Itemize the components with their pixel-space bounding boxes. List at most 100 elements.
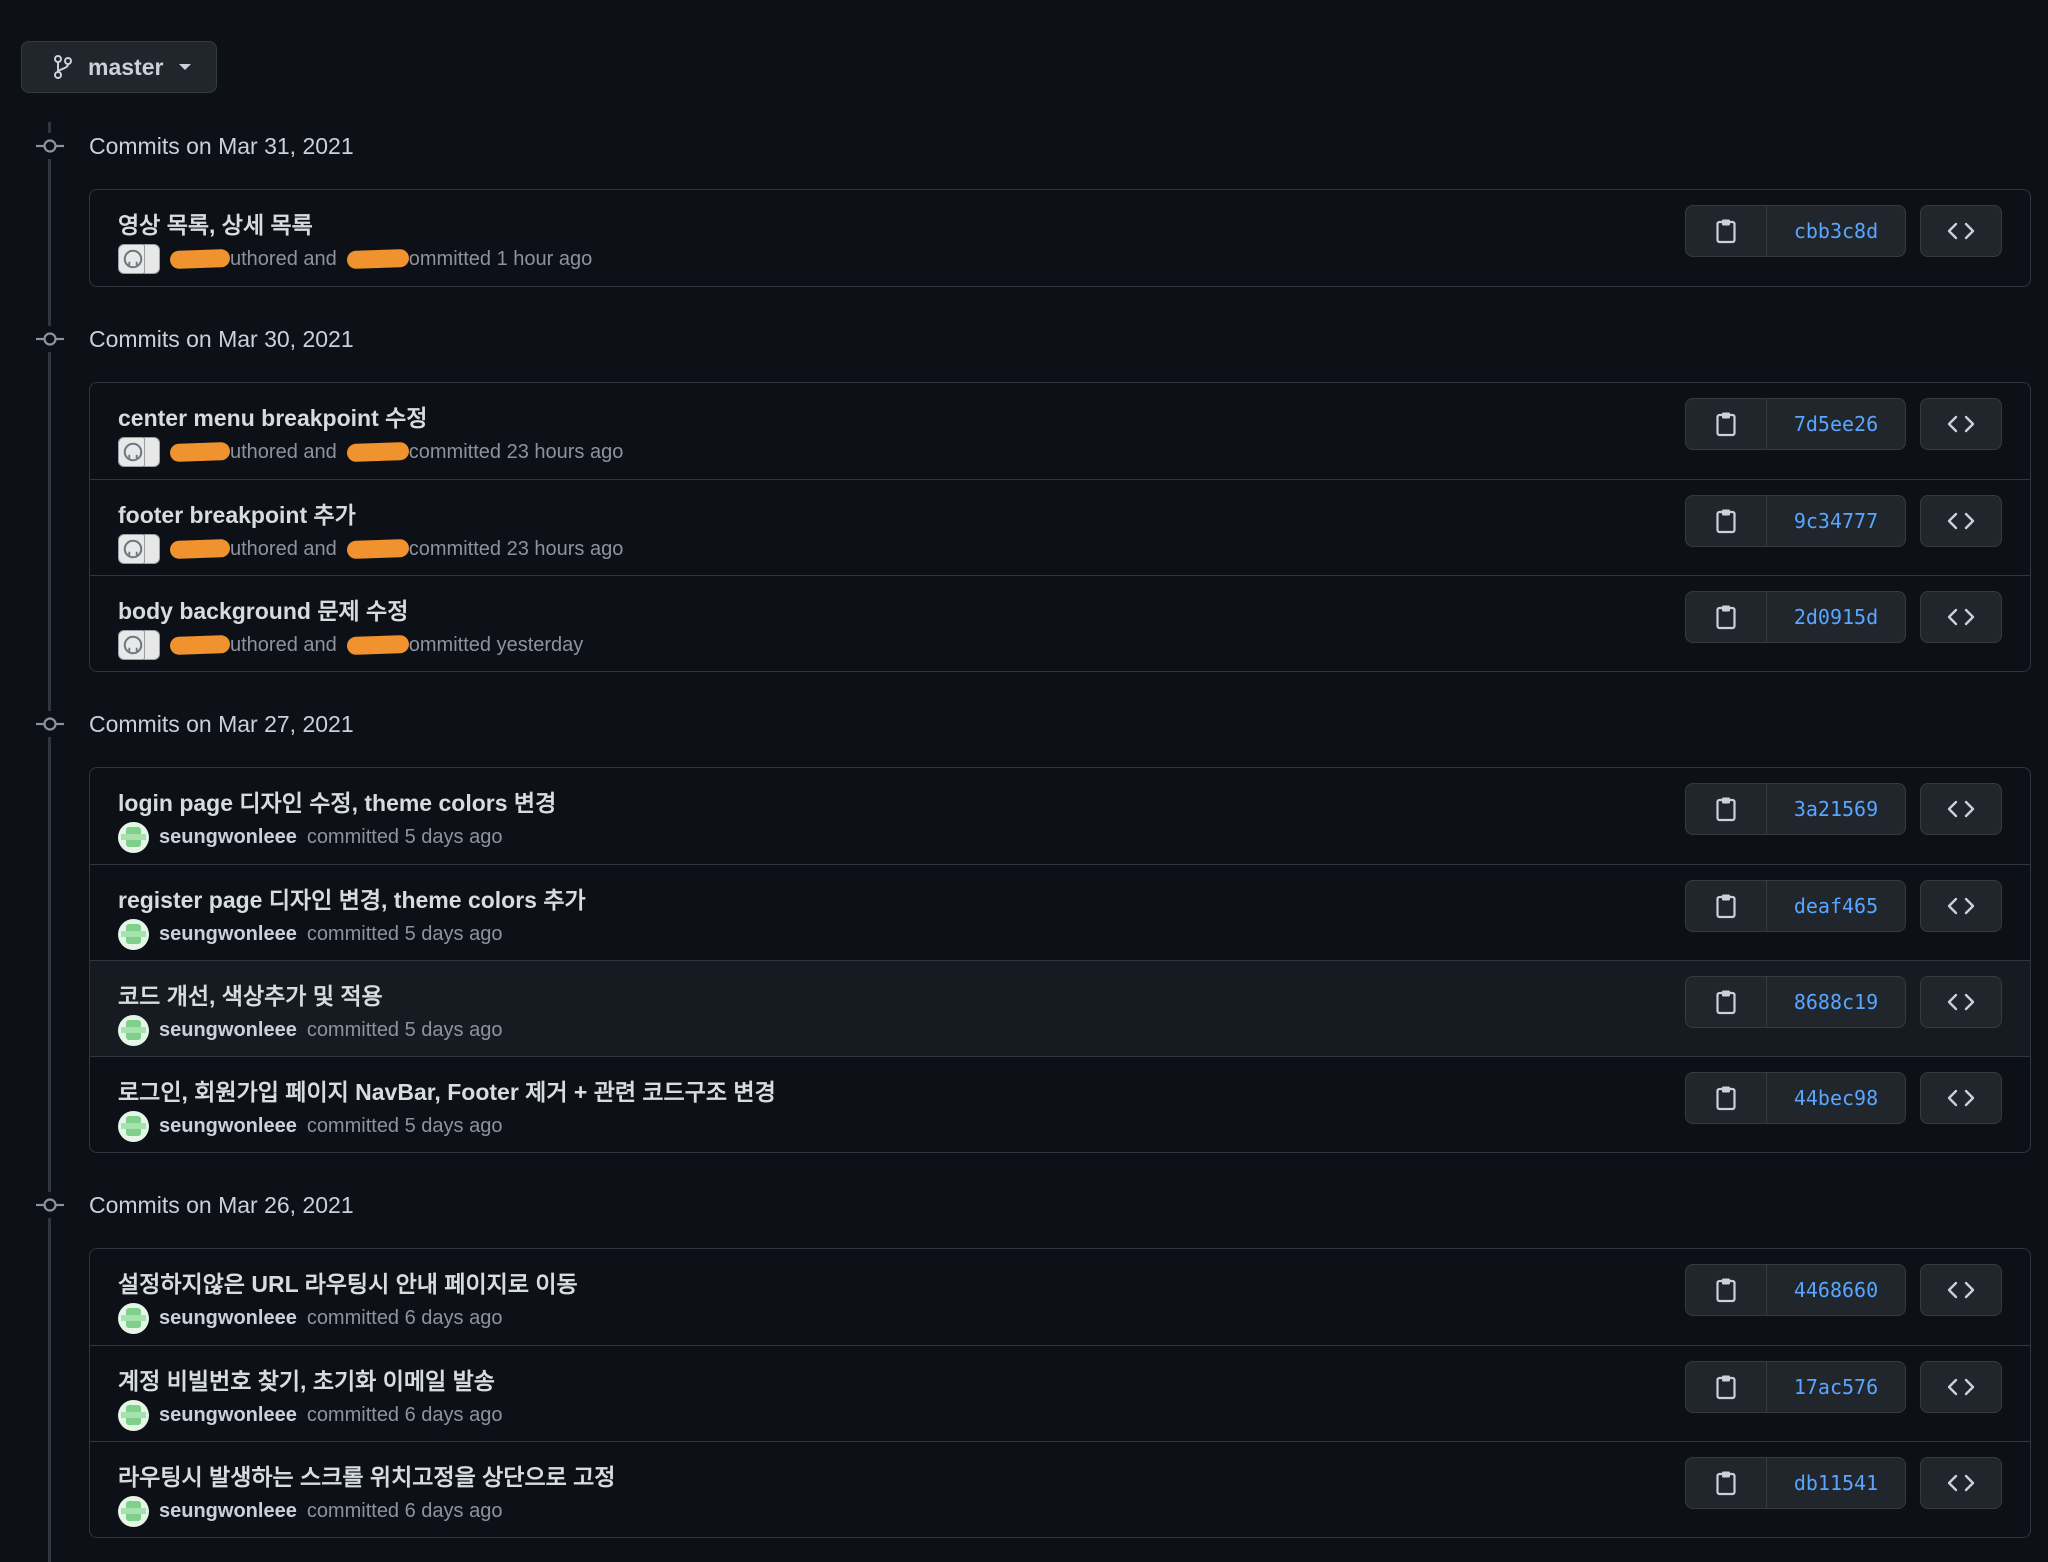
commit-author-link[interactable]: seungwonleee — [159, 923, 297, 946]
commit-message-link[interactable]: 로그인, 회원가입 페이지 NavBar, Footer 제거 + 관련 코드구… — [118, 1073, 776, 1107]
commit-author-link[interactable]: seungwonleee — [159, 826, 297, 849]
browse-repo-button[interactable] — [1920, 495, 2002, 547]
browse-repo-button[interactable] — [1920, 880, 2002, 932]
authored-text: uthored and — [230, 247, 337, 270]
branch-select-button[interactable]: master — [21, 41, 217, 93]
commit-group-date: Commits on Mar 26, 2021 — [89, 1191, 354, 1218]
authored-text: uthored and — [230, 440, 337, 463]
commit-meta: uthored and committed 23 hours ago — [118, 532, 623, 566]
commit-message-link[interactable]: center menu breakpoint 수정 — [118, 399, 427, 433]
avatar-stack[interactable] — [118, 630, 160, 660]
commit-sha-link[interactable]: cbb3c8d — [1767, 206, 1905, 256]
commit-time: committed 5 days ago — [306, 1018, 503, 1041]
browse-repo-button[interactable] — [1920, 1457, 2002, 1509]
avatar[interactable] — [118, 918, 149, 950]
sha-button-group: 4468660 — [1685, 1264, 1906, 1316]
github-avatar-icon — [122, 634, 144, 656]
commit-row: 코드 개선, 색상추가 및 적용 seungwonleee committed 5 … — [90, 960, 2030, 1056]
avatar-stack[interactable] — [118, 534, 160, 564]
clipboard-icon — [1714, 218, 1738, 244]
commit-message-link[interactable]: body background 문제 수정 — [118, 592, 408, 626]
authored-text: uthored and — [230, 633, 337, 656]
commit-author-link[interactable]: seungwonleee — [159, 1500, 297, 1523]
commit-sha-link[interactable]: 17ac576 — [1767, 1362, 1905, 1412]
commit-actions: 17ac576 — [1685, 1361, 2002, 1413]
commit-author-link[interactable]: seungwonleee — [159, 1404, 297, 1427]
browse-repo-button[interactable] — [1920, 1361, 2002, 1413]
avatar-stack[interactable] — [118, 437, 160, 467]
commit-message-link[interactable]: 설정하지않은 URL 라우팅시 안내 페이지로 이동 — [118, 1265, 578, 1299]
avatar[interactable] — [118, 821, 149, 853]
browse-repo-button[interactable] — [1920, 1264, 2002, 1316]
commit-actions: 3a21569 — [1685, 783, 2002, 835]
copy-sha-button[interactable] — [1686, 1073, 1767, 1123]
commit-group-header: Commits on Mar 30, 2021 — [0, 315, 2048, 363]
commit-message-link[interactable]: footer breakpoint 추가 — [118, 496, 356, 530]
redacted-author — [169, 538, 231, 560]
avatar[interactable] — [118, 1110, 149, 1142]
commit-sha-link[interactable]: 3a21569 — [1767, 784, 1905, 834]
commit-sha-link[interactable]: 7d5ee26 — [1767, 399, 1905, 449]
commit-sha-link[interactable]: deaf465 — [1767, 881, 1905, 931]
copy-sha-button[interactable] — [1686, 1265, 1767, 1315]
commit-author-link[interactable]: seungwonleee — [159, 1307, 297, 1330]
redacted-committer — [346, 538, 410, 560]
commit-sha-link[interactable]: 4468660 — [1767, 1265, 1905, 1315]
clipboard-icon — [1714, 411, 1738, 437]
copy-sha-button[interactable] — [1686, 784, 1767, 834]
avatar[interactable] — [118, 1399, 149, 1431]
commit-meta: seungwonleee committed 6 days ago — [118, 1301, 502, 1335]
browse-repo-button[interactable] — [1920, 783, 2002, 835]
avatar[interactable] — [118, 1302, 149, 1334]
copy-sha-button[interactable] — [1686, 399, 1767, 449]
committed-text: committed 23 hours ago — [408, 537, 624, 560]
commit-author-link[interactable]: seungwonleee — [159, 1115, 297, 1138]
copy-sha-button[interactable] — [1686, 1458, 1767, 1508]
sha-button-group: 7d5ee26 — [1685, 398, 1906, 450]
commit-row: 영상 목록, 상세 목록 uthored and ommitted 1 hour a… — [90, 190, 2030, 286]
copy-sha-button[interactable] — [1686, 881, 1767, 931]
copy-sha-button[interactable] — [1686, 1362, 1767, 1412]
browse-repo-button[interactable] — [1920, 205, 2002, 257]
avatar[interactable] — [118, 1495, 149, 1527]
copy-sha-button[interactable] — [1686, 592, 1767, 642]
commit-sha-link[interactable]: 44bec98 — [1767, 1073, 1905, 1123]
commit-sha-link[interactable]: db11541 — [1767, 1458, 1905, 1508]
commit-time: committed 5 days ago — [306, 922, 503, 945]
clipboard-icon — [1714, 893, 1738, 919]
committed-text: committed 23 hours ago — [408, 440, 624, 463]
copy-sha-button[interactable] — [1686, 496, 1767, 546]
git-branch-icon — [54, 55, 72, 79]
commit-list: login page 디자인 수정, theme colors 변경 seungw… — [89, 767, 2031, 1153]
commit-group-header: Commits on Mar 27, 2021 — [0, 700, 2048, 748]
commit-message-link[interactable]: 영상 목록, 상세 목록 — [118, 206, 313, 240]
authored-text: uthored and — [230, 537, 337, 560]
redacted-author — [169, 248, 231, 270]
commit-meta: seungwonleee committed 5 days ago — [118, 1109, 502, 1143]
commit-meta: seungwonleee committed 6 days ago — [118, 1398, 502, 1432]
commit-message-link[interactable]: register page 디자인 변경, theme colors 추가 — [118, 881, 586, 915]
sha-button-group: 9c34777 — [1685, 495, 1906, 547]
commit-message-link[interactable]: 라우팅시 발생하는 스크롤 위치고정을 상단으로 고정 — [118, 1458, 615, 1492]
avatar-stack[interactable] — [118, 244, 160, 274]
copy-sha-button[interactable] — [1686, 977, 1767, 1027]
github-avatar-icon — [122, 441, 144, 463]
browse-repo-button[interactable] — [1920, 976, 2002, 1028]
commit-message-link[interactable]: login page 디자인 수정, theme colors 변경 — [118, 784, 556, 818]
copy-sha-button[interactable] — [1686, 206, 1767, 256]
code-icon — [1946, 1280, 1976, 1300]
commit-row: footer breakpoint 추가 uthored and committed… — [90, 479, 2030, 575]
browse-repo-button[interactable] — [1920, 591, 2002, 643]
commit-message-link[interactable]: 코드 개선, 색상추가 및 적용 — [118, 977, 383, 1011]
browse-repo-button[interactable] — [1920, 1072, 2002, 1124]
avatar[interactable] — [118, 1014, 149, 1046]
commit-actions: 44bec98 — [1685, 1072, 2002, 1124]
commit-time: committed 5 days ago — [306, 1114, 503, 1137]
git-commit-icon — [35, 133, 65, 159]
commit-sha-link[interactable]: 2d0915d — [1767, 592, 1905, 642]
commit-message-link[interactable]: 계정 비빌번호 찾기, 초기화 이메일 발송 — [118, 1362, 495, 1396]
browse-repo-button[interactable] — [1920, 398, 2002, 450]
commit-sha-link[interactable]: 9c34777 — [1767, 496, 1905, 546]
commit-author-link[interactable]: seungwonleee — [159, 1019, 297, 1042]
commit-sha-link[interactable]: 8688c19 — [1767, 977, 1905, 1027]
